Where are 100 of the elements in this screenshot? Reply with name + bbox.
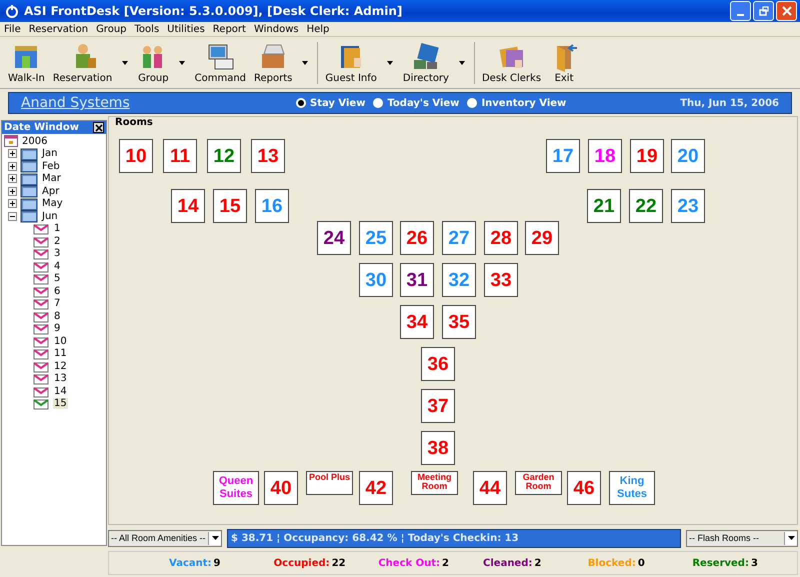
room-tile[interactable]: 28: [484, 221, 518, 255]
envelope-icon: [32, 234, 50, 248]
tree-item[interactable]: Apr: [41, 186, 60, 197]
room-tile[interactable]: 33: [484, 263, 518, 297]
tree-item[interactable]: Mar: [41, 173, 62, 184]
tree-item[interactable]: 12: [53, 360, 68, 372]
tree-item[interactable]: 2006: [21, 136, 48, 147]
room-tile[interactable]: 19: [630, 139, 664, 173]
envelope-icon: [32, 360, 50, 373]
menu-item[interactable]: Help: [306, 24, 330, 34]
expand-toggle[interactable]: [8, 149, 17, 158]
tree-item[interactable]: 2: [53, 236, 62, 247]
menu-item[interactable]: Tools: [134, 24, 160, 34]
tree-item[interactable]: Jan: [41, 148, 58, 160]
tree-item[interactable]: 1: [53, 223, 62, 234]
tree-item[interactable]: 11: [53, 348, 68, 360]
expand-toggle[interactable]: [8, 174, 17, 184]
view-radio[interactable]: Stay View: [296, 98, 366, 108]
envelope-icon: [32, 384, 50, 398]
envelope-icon: [32, 272, 50, 286]
tree-item[interactable]: 7: [53, 298, 62, 310]
room-tile[interactable]: 42: [359, 471, 393, 505]
tree-item[interactable]: 13: [53, 373, 68, 384]
view-radio[interactable]: Inventory View: [467, 98, 566, 108]
room-tile[interactable]: 26: [400, 221, 434, 255]
restore-icon: [758, 6, 768, 16]
room-tile[interactable]: 37: [421, 389, 455, 423]
toolbar-button[interactable]: Exit: [545, 40, 584, 84]
room-tile[interactable]: 46: [567, 471, 601, 505]
toolbar-button[interactable]: Command: [190, 40, 250, 84]
envelope-icon: [32, 397, 50, 410]
room-tile[interactable]: 40: [264, 471, 298, 505]
menu-item[interactable]: Reservation: [28, 24, 88, 34]
room-tile[interactable]: 34: [400, 305, 434, 339]
room-tile[interactable]: 13: [251, 139, 285, 173]
menu-item[interactable]: Utilities: [167, 24, 205, 34]
room-tile[interactable]: Pool Plus: [306, 471, 353, 495]
room-tile[interactable]: 21: [587, 189, 621, 223]
room-tile[interactable]: 15: [213, 189, 247, 223]
amenities-dropdown[interactable]: -- All Room Amenities --: [108, 530, 222, 547]
tree-item[interactable]: May: [41, 198, 64, 210]
room-tile[interactable]: Garden Room: [515, 471, 562, 495]
room-tile[interactable]: Meeting Room: [411, 471, 458, 495]
room-tile[interactable]: 24: [317, 221, 351, 255]
envelope-icon: [32, 310, 50, 323]
toolbar-button[interactable]: Directory: [398, 40, 453, 84]
tree-item[interactable]: 10: [53, 336, 68, 347]
company-link[interactable]: Anand Systems: [21, 95, 296, 111]
envelope-icon: [32, 334, 50, 348]
toolbar-button[interactable]: Walk-In: [4, 40, 49, 84]
tree-item[interactable]: 9: [53, 323, 62, 334]
envelope-icon: [32, 284, 50, 298]
summary-bar: $ 38.71 ¦ Occupancy: 68.42 % ¦ Today's Checkin: 13: [227, 528, 681, 548]
tree-item[interactable]: 4: [53, 260, 62, 272]
room-tile[interactable]: 10: [119, 139, 153, 173]
room-tile[interactable]: 35: [442, 305, 476, 339]
tree-item[interactable]: 5: [53, 273, 62, 284]
room-tile[interactable]: 11: [163, 139, 197, 173]
status-label: Blocked:: [588, 558, 636, 568]
tree-item[interactable]: 15: [53, 398, 68, 410]
room-tile[interactable]: 31: [400, 263, 434, 297]
menu-item[interactable]: File: [4, 24, 21, 34]
expand-toggle[interactable]: [8, 186, 17, 196]
toolbar-button[interactable]: Guest Info: [321, 40, 381, 84]
tree-item[interactable]: 3: [53, 248, 62, 260]
room-tile[interactable]: 12: [207, 139, 241, 173]
menu-item[interactable]: Group: [96, 24, 127, 34]
menu-item[interactable]: Report: [212, 24, 246, 34]
expand-toggle[interactable]: [8, 162, 17, 171]
tree-item[interactable]: 14: [53, 386, 68, 397]
restore-button[interactable]: [753, 1, 774, 21]
menu-item[interactable]: Windows: [254, 24, 299, 34]
room-tile[interactable]: 44: [473, 471, 507, 505]
toolbar-button[interactable]: Desk Clerks: [478, 40, 546, 84]
toolbar-button[interactable]: Group: [134, 40, 173, 84]
room-tile[interactable]: 14: [171, 189, 205, 223]
collapse-toggle[interactable]: [8, 212, 17, 221]
room-tile[interactable]: 36: [421, 347, 455, 381]
toolbar-button[interactable]: Reservation: [48, 40, 116, 84]
tree-item[interactable]: Feb: [41, 160, 61, 172]
toolbar-button[interactable]: Reports: [250, 40, 296, 84]
panel-title: Rooms: [115, 117, 153, 128]
tree-item[interactable]: 8: [53, 310, 62, 322]
view-radio[interactable]: Today's View: [373, 98, 460, 108]
envelope-icon: [32, 260, 50, 273]
close-button[interactable]: [93, 122, 104, 133]
status-count: 2: [534, 558, 542, 568]
close-icon: [782, 6, 792, 16]
envelope-icon: [32, 322, 50, 336]
room-tile[interactable]: 29: [525, 221, 559, 255]
room-tile[interactable]: 22: [629, 189, 663, 223]
tree-item[interactable]: 6: [53, 286, 62, 297]
expand-toggle[interactable]: [8, 199, 17, 208]
flash-rooms-dropdown[interactable]: -- Flash Rooms --: [686, 530, 798, 547]
minimize-button[interactable]: [730, 1, 751, 21]
panel-title: Date Window: [4, 122, 79, 133]
room-tile[interactable]: 38: [421, 431, 455, 465]
status-label: Occupied:: [274, 558, 330, 568]
envelope-icon: [32, 297, 50, 310]
tree-item[interactable]: Jun: [41, 210, 59, 222]
